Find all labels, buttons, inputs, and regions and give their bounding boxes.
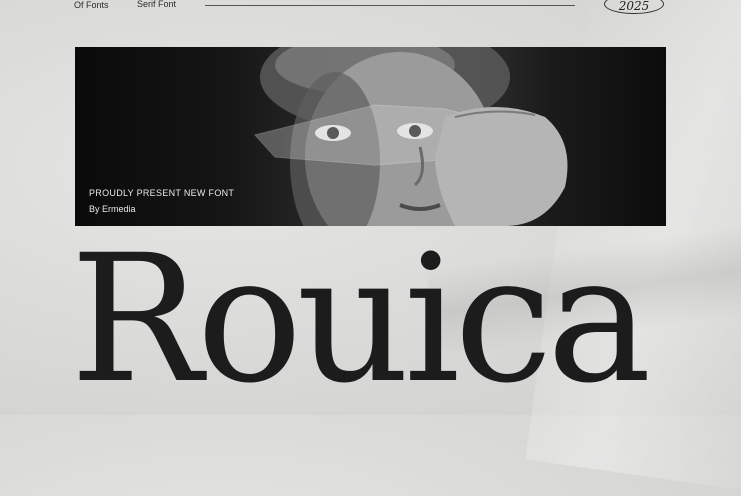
hero-byline: By Ermedia	[89, 204, 136, 214]
font-wordmark: Rouica	[70, 225, 652, 415]
hand	[435, 107, 568, 226]
nav-label-of-fonts[interactable]: Of Fonts	[74, 0, 109, 10]
top-divider	[205, 5, 575, 6]
hero-photo: PROUDLY PRESENT NEW FONT By Ermedia	[75, 47, 666, 226]
year-badge: 2025	[604, 0, 664, 14]
top-nav: Of Fonts Serif Font 2025	[0, 0, 741, 14]
portrait-illustration	[254, 47, 568, 226]
hero-tagline: PROUDLY PRESENT NEW FONT	[89, 188, 235, 198]
nav-label-serif-font[interactable]: Serif Font	[137, 0, 176, 9]
